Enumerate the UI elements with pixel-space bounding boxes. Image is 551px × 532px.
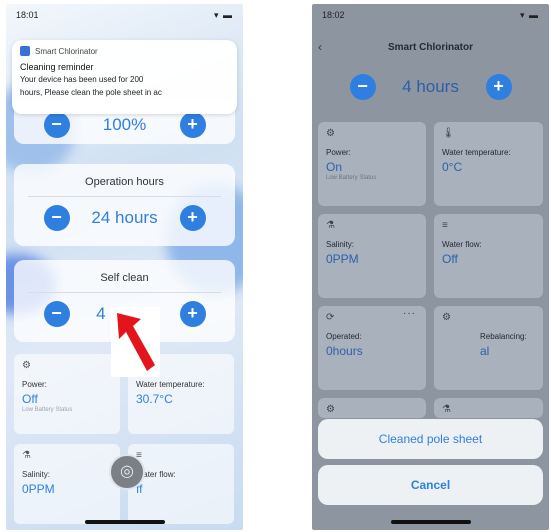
power-value: On (326, 160, 343, 174)
decrease-self-clean-button[interactable]: − (43, 301, 70, 327)
salinity-label: Salinity: (22, 470, 51, 479)
water-flow-value: ff (136, 482, 143, 496)
home-indicator (390, 520, 471, 524)
left-screen: 18:01 ▾ ▬ Smart Chlorinator Cleaning rem… (6, 4, 243, 530)
power-subtext: Low Battery Status (22, 407, 73, 413)
level-value: 100% (102, 115, 147, 134)
decrease-operation-hours-button[interactable]: − (43, 205, 70, 231)
water-flow-icon: ≡ (442, 220, 448, 231)
self-clean-value: 4 hours (402, 77, 459, 96)
power-tile[interactable]: ⚙ Power: On Low Battery Status (318, 122, 426, 206)
notification-header: Smart Chlorinator (20, 46, 229, 56)
rebalancing-tile[interactable]: ⚙ Rebalancing: al (434, 306, 543, 390)
salinity-tile[interactable]: ⚗ Salinity: 0PPM (14, 444, 120, 524)
water-flow-label: Water flow: (136, 470, 176, 479)
power-tile[interactable]: ⚙ Power: Off Low Battery Status (14, 354, 120, 434)
water-flow-tile[interactable]: ≡ Water flow: Off (434, 214, 543, 298)
right-screen: 18:02 ▾ ▬ ‹ Smart Chlorinator − 4 hours … (312, 4, 549, 530)
increase-operation-hours-button[interactable]: + (179, 205, 206, 231)
sanitizer-icon: ⚗ (442, 404, 451, 415)
water-temperature-value: 30.7°C (136, 392, 173, 406)
power-label: Power: (22, 380, 47, 389)
sanitizer-tile[interactable]: ⚗ (434, 398, 543, 418)
self-clean-title: Self clean (100, 272, 149, 284)
salinity-tile[interactable]: ⚗ Salinity: 0PPM (318, 214, 426, 298)
rebalancing-label: Rebalancing: (480, 332, 527, 341)
divider (28, 292, 221, 293)
level-stepper: − 100% + (14, 112, 235, 138)
power-value: Off (22, 392, 38, 406)
operation-hours-value: 24 hours (91, 208, 158, 227)
settings-tile[interactable]: ⚙ (318, 398, 426, 418)
operated-tile[interactable]: ⟳ ··· Operated: 0hours (318, 306, 426, 390)
status-time: 18:02 (322, 10, 345, 20)
notification-app-name: Smart Chlorinator (35, 46, 98, 56)
cleaning-reminder-notification[interactable]: Smart Chlorinator Cleaning reminder Your… (12, 40, 237, 114)
water-temperature-tile[interactable]: 🌡 Water temperature: 0°C (434, 122, 543, 206)
operated-label: Operated: (326, 332, 362, 341)
home-indicator (84, 520, 165, 524)
notification-body-line1: Your device has been used for 200 (20, 75, 144, 84)
navigation-bar: ‹ Smart Chlorinator (312, 32, 549, 62)
arrow-shape (117, 313, 155, 371)
salinity-icon: ⚗ (326, 220, 335, 231)
page-title: Smart Chlorinator (387, 41, 473, 53)
increase-self-clean-button[interactable]: + (179, 301, 206, 327)
water-temperature-label: Water temperature: (136, 380, 205, 389)
operation-hours-stepper: − 24 hours + (14, 205, 235, 231)
salinity-value: 0PPM (22, 482, 55, 496)
salinity-icon: ⚗ (22, 450, 31, 461)
water-flow-value: Off (442, 252, 458, 266)
power-fab-button[interactable]: ◎ (109, 454, 145, 490)
decrease-self-clean-button[interactable]: − (349, 74, 376, 100)
divider (28, 196, 221, 197)
self-clean-stepper: − 4 hours + (318, 66, 543, 108)
power-icon: ⚙ (326, 128, 335, 139)
water-flow-icon: ≡ (136, 450, 142, 461)
salinity-value: 0PPM (326, 252, 359, 266)
operation-hours-title: Operation hours (85, 176, 164, 188)
app-icon (20, 46, 30, 56)
action-sheet: Cleaned pole sheet Cancel (318, 419, 543, 505)
cancel-button[interactable]: Cancel (318, 465, 543, 505)
settings-icon: ⚙ (326, 404, 335, 415)
status-bar: 18:02 ▾ ▬ (322, 10, 539, 24)
pointer-arrow-callout (111, 307, 160, 377)
increase-level-button[interactable]: + (179, 112, 206, 138)
cleaned-pole-sheet-button[interactable]: Cleaned pole sheet (318, 419, 543, 459)
status-icons: ▾ ▬ (213, 10, 233, 20)
power-subtext: Low Battery Status (326, 175, 377, 181)
operated-value: 0hours (326, 344, 363, 358)
power-label: Power: (326, 148, 351, 157)
water-temperature-value: 0°C (442, 160, 463, 174)
increase-self-clean-button[interactable]: + (485, 74, 512, 100)
water-temperature-label: Water temperature: (442, 148, 511, 157)
water-flow-label: Water flow: (442, 240, 482, 249)
operation-hours-card: Operation hours − 24 hours + (14, 164, 235, 246)
power-icon: ⚙ (22, 360, 31, 371)
notification-title: Cleaning reminder (20, 62, 94, 72)
notification-body-line2: hours, Please clean the pole sheet in ac (20, 88, 162, 97)
rebalancing-icon: ⚙ (442, 312, 451, 323)
rebalancing-value: al (480, 344, 490, 358)
thermometer-icon: 🌡 (442, 128, 455, 139)
status-icons: ▾ ▬ (519, 10, 539, 20)
more-options-icon[interactable]: ··· (403, 308, 416, 319)
status-time: 18:01 (16, 10, 39, 20)
salinity-label: Salinity: (326, 240, 355, 249)
back-icon[interactable]: ‹ (318, 40, 322, 54)
water-flow-tile[interactable]: ≡ Water flow: ff (128, 444, 234, 524)
status-bar: 18:01 ▾ ▬ (16, 10, 233, 24)
decrease-level-button[interactable]: − (43, 112, 70, 138)
red-arrow-icon (117, 313, 155, 371)
